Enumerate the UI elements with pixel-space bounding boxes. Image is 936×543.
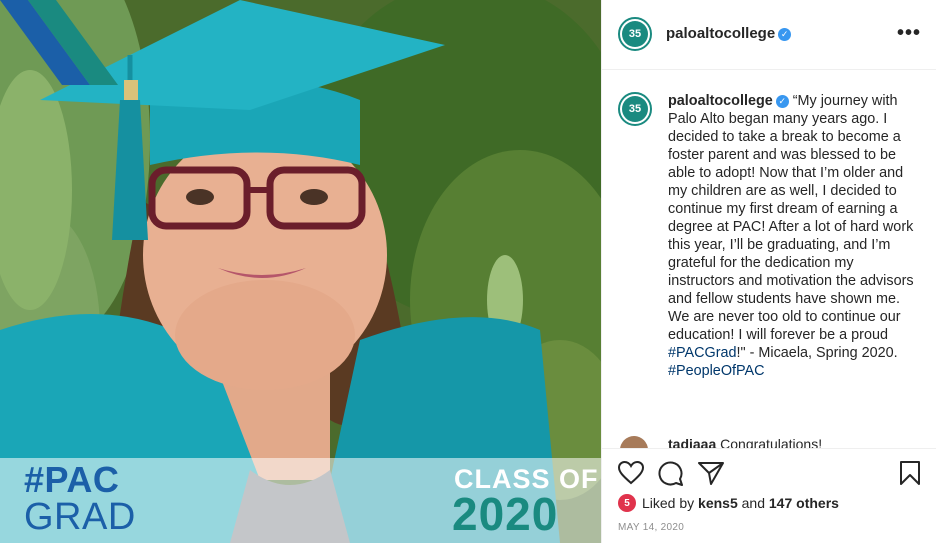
- hashtag-link-peopleofpac[interactable]: #PeopleOfPAC: [668, 363, 765, 379]
- banner-hashtag-line1: #PAC: [24, 459, 120, 500]
- header-username[interactable]: paloaltocollege: [666, 25, 775, 42]
- liked-by-others[interactable]: 147 others: [769, 495, 839, 511]
- post-date[interactable]: MAY 14, 2020: [618, 522, 684, 533]
- comment-body: Congratulations!: [720, 436, 823, 448]
- comment-text: tadiaaa Congratulations!: [668, 436, 822, 448]
- liked-by-and: and: [741, 495, 765, 511]
- caption-avatar-badge: 35: [622, 96, 648, 122]
- verified-icon: ✓: [778, 28, 792, 41]
- post-photo[interactable]: #PAC GRAD CLASS OF 2020: [0, 0, 601, 543]
- action-bar: 5 Liked by kens5 and 147 others MAY 14, …: [602, 448, 936, 543]
- bookmark-icon[interactable]: [899, 461, 921, 485]
- liked-by-prefix: Liked by: [642, 495, 695, 511]
- heart-icon[interactable]: [618, 461, 644, 485]
- post-header: 35 paloaltocollege ✓ •••: [602, 0, 936, 70]
- banner-stripes: [0, 0, 118, 85]
- liker-avatar[interactable]: 5: [618, 494, 636, 512]
- comment-row: tadiaaa Congratulations!: [620, 436, 920, 448]
- more-icon[interactable]: •••: [897, 22, 921, 45]
- caption-text: paloaltocollege ✓ “My journey with Palo A…: [668, 92, 914, 380]
- banner-class-year: 2020: [452, 488, 559, 540]
- caption-avatar[interactable]: 35: [618, 92, 652, 126]
- comment-avatar[interactable]: [620, 436, 648, 448]
- avatar-badge: 35: [622, 21, 648, 47]
- comment-username[interactable]: tadiaaa: [668, 436, 716, 448]
- share-icon[interactable]: [698, 461, 724, 485]
- banner-hashtag-line2: GRAD: [24, 496, 136, 538]
- post-side-panel: 35 paloaltocollege ✓ ••• 35 paloaltocolle…: [601, 0, 936, 543]
- caption-body: “My journey with Palo Alto began many ye…: [668, 93, 914, 343]
- liked-by-user[interactable]: kens5: [698, 495, 738, 511]
- likes-summary: 5 Liked by kens5 and 147 others: [618, 494, 839, 512]
- comment-icon[interactable]: [658, 461, 684, 487]
- hashtag-link-pacgrad[interactable]: #PACGrad: [668, 345, 737, 361]
- avatar[interactable]: 35: [618, 17, 652, 51]
- caption-tail: !" - Micaela, Spring 2020.: [736, 345, 898, 361]
- caption-verified-icon: ✓: [775, 95, 789, 108]
- caption-username[interactable]: paloaltocollege: [668, 93, 773, 109]
